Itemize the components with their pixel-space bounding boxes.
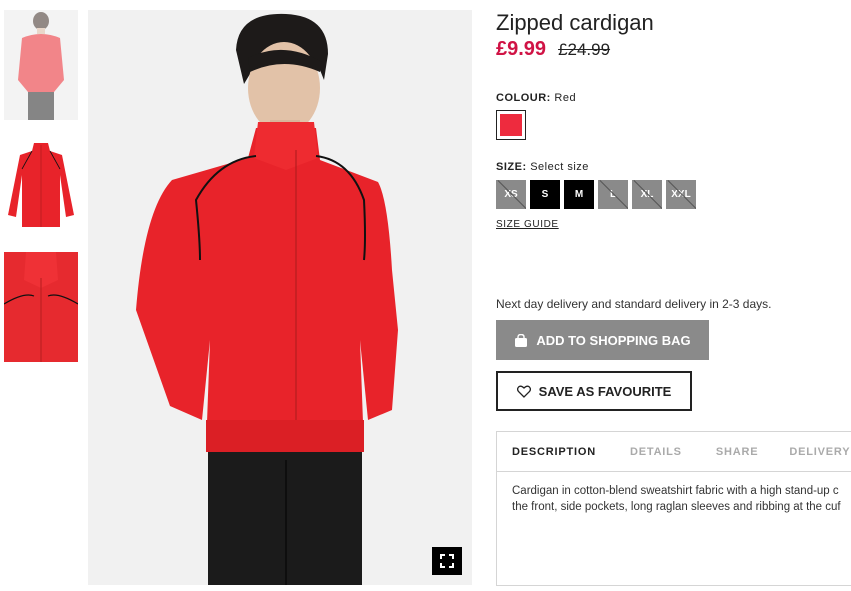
save-favourite-label: SAVE AS FAVOURITE (538, 383, 672, 399)
colour-swatch-red[interactable] (496, 110, 526, 140)
size-prompt: Select size (530, 161, 589, 173)
size-guide-link[interactable]: SIZE GUIDE (496, 219, 559, 230)
product-main-image (88, 10, 472, 585)
colour-value: Red (554, 92, 577, 104)
description-line: Cardigan in cotton-blend sweatshirt fabr… (512, 485, 839, 497)
delivery-info: Next day delivery and standard delivery … (496, 297, 772, 311)
sale-price: £9.99 (496, 38, 547, 60)
product-title: Zipped cardigan (496, 10, 654, 35)
colour-label: COLOUR: Red (496, 92, 576, 104)
heart-icon (516, 385, 531, 398)
thumbnail-collar-detail[interactable] (4, 252, 78, 362)
description-text: Cardigan in cotton-blend sweatshirt fabr… (497, 472, 851, 515)
thumbnail-image (4, 252, 78, 362)
add-to-bag-label: ADD TO SHOPPING BAG (536, 332, 691, 348)
fullscreen-icon (440, 554, 454, 568)
swatch-fill (500, 114, 522, 136)
price-row: £9.99 £24.99 (496, 38, 610, 61)
add-to-bag-button[interactable]: ADD TO SHOPPING BAG (496, 320, 709, 360)
size-option-l[interactable]: L (598, 180, 628, 209)
fullscreen-button[interactable] (432, 547, 462, 575)
tab-delivery[interactable]: DELIVERY (789, 446, 850, 458)
thumbnail-image (4, 135, 78, 235)
thumbnail-jacket-flat[interactable] (4, 135, 78, 235)
save-favourite-button[interactable]: SAVE AS FAVOURITE (496, 371, 692, 411)
tab-share[interactable]: SHARE (716, 446, 759, 458)
size-option-xs[interactable]: XS (496, 180, 526, 209)
tab-details[interactable]: DETAILS (630, 446, 682, 458)
size-option-xxl[interactable]: XXL (666, 180, 696, 209)
size-selector: XS S M L XL XXL (496, 180, 696, 209)
colour-heading: COLOUR: (496, 92, 551, 104)
thumbnail-image (4, 10, 78, 120)
shopping-bag-icon (515, 333, 528, 347)
size-option-s[interactable]: S (530, 180, 560, 209)
product-info-tabs: DESCRIPTION DETAILS SHARE DELIVERY Cardi… (496, 431, 851, 586)
original-price: £24.99 (558, 40, 611, 59)
model-photo (88, 10, 472, 585)
size-heading: SIZE: (496, 161, 527, 173)
tab-description[interactable]: DESCRIPTION (512, 446, 596, 458)
description-line: the front, side pockets, long raglan sle… (512, 501, 841, 513)
size-option-xl[interactable]: XL (632, 180, 662, 209)
size-label: SIZE: Select size (496, 161, 589, 173)
tab-bar: DESCRIPTION DETAILS SHARE DELIVERY (497, 432, 851, 472)
size-option-m[interactable]: M (564, 180, 594, 209)
thumbnail-model-front[interactable] (4, 10, 78, 120)
